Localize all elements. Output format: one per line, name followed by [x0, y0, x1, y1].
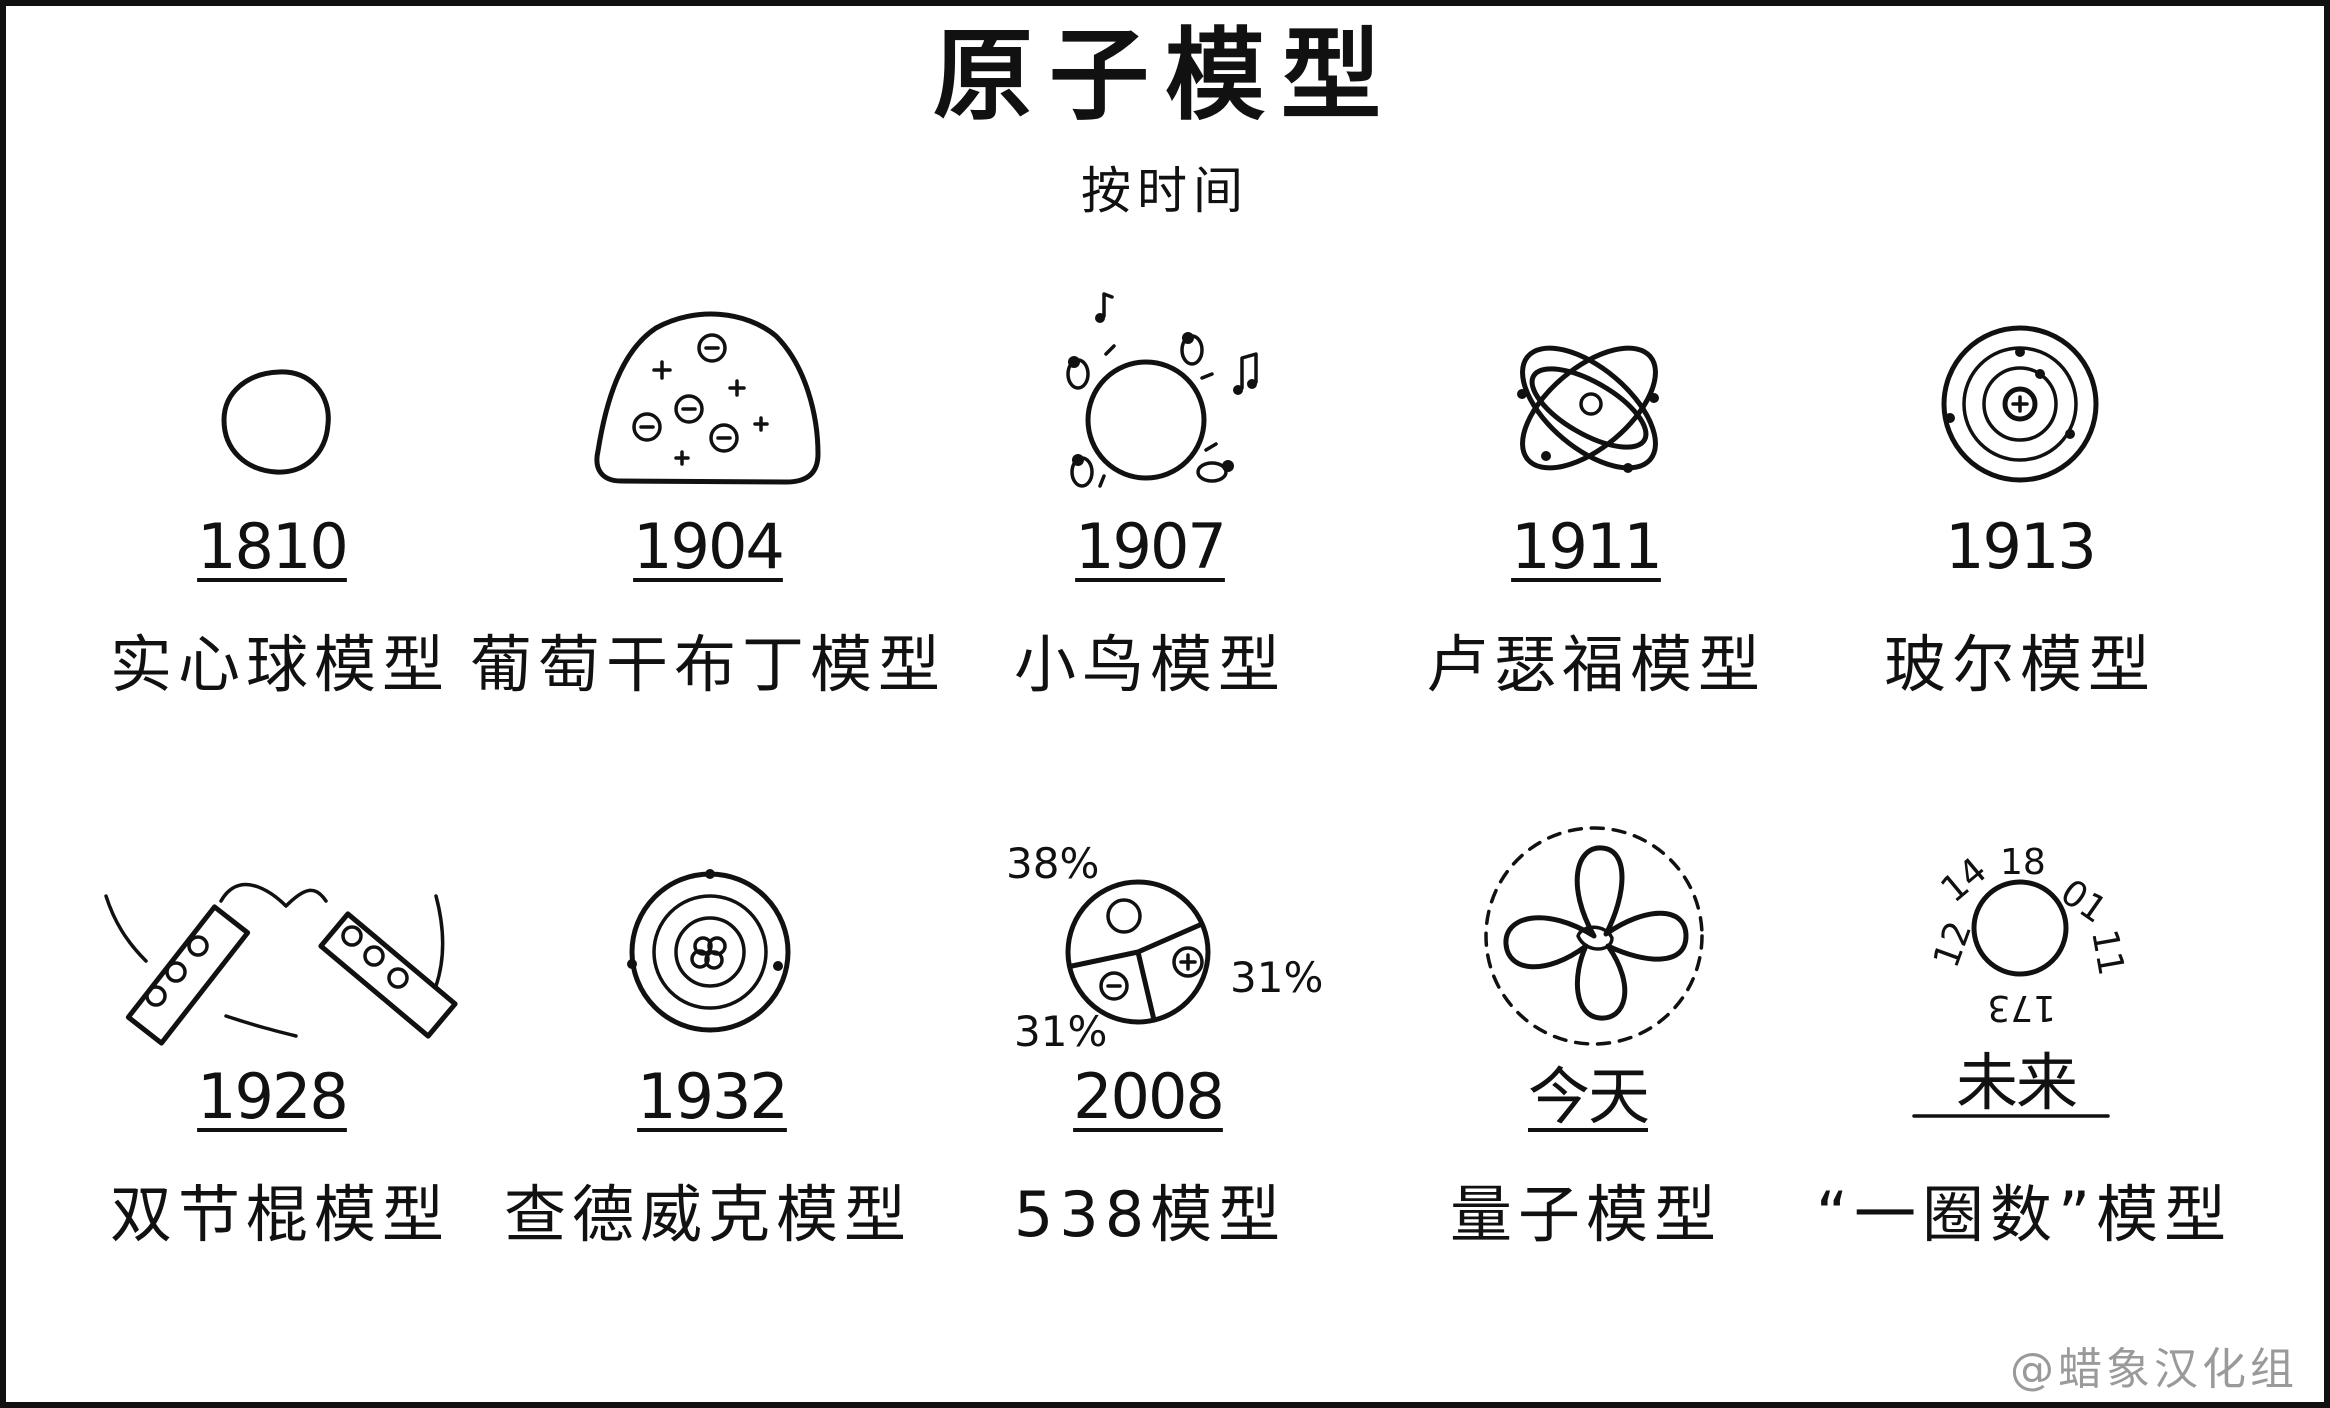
pie-label-38: 38% [1006, 839, 1099, 888]
bohr-rings-icon [1941, 325, 2099, 483]
year-1904: 1904 [633, 510, 785, 583]
pie-label-31-right: 31% [1230, 953, 1323, 1002]
label-little-bird: 小鸟模型 [1013, 628, 1286, 701]
plum-pudding-icon [594, 311, 821, 485]
clock-number-173: 173 [1987, 987, 2056, 1028]
year-today: 今天 [1527, 1060, 1650, 1133]
chadwick-nucleus-icon [627, 869, 791, 1033]
year-future: 未来 [1955, 1046, 2078, 1119]
credit-watermark: @蜡象汉化组 [2010, 1344, 2298, 1395]
year-1913: 1913 [1945, 510, 2097, 583]
label-bohr: 玻尔模型 [1883, 628, 2156, 701]
little-bird-icon [1066, 292, 1258, 488]
nunchaku-icon [104, 882, 458, 1046]
year-1911: 1911 [1511, 510, 1663, 583]
number-circle-icon: 18 01 11 173 12 14 [1926, 842, 2132, 1028]
year-1907: 1907 [1075, 510, 1227, 583]
year-1932: 1932 [637, 1060, 789, 1133]
year-2008: 2008 [1073, 1060, 1225, 1133]
pie-chart-icon: 38% 31% 31% [1006, 839, 1323, 1056]
year-1928: 1928 [197, 1060, 349, 1133]
label-number-circle: “一圈数”模型 [1815, 1178, 2233, 1251]
rutherford-orbits-icon [1517, 345, 1659, 473]
year-1810: 1810 [197, 510, 349, 583]
page-title: 原子模型 [933, 17, 1397, 134]
quantum-cloud-icon [1484, 826, 1704, 1046]
page-subtitle: 按时间 [1081, 162, 1249, 220]
clock-number-18: 18 [2000, 842, 2046, 883]
clock-number-11: 11 [2083, 926, 2131, 978]
comic-panel: 38% 31% 31% 18 01 11 173 12 14 原子模型 按时间 … [0, 0, 2330, 1408]
clock-number-14: 14 [1933, 850, 1994, 911]
pie-label-31-left: 31% [1014, 1007, 1107, 1056]
clock-number-01: 01 [2053, 872, 2114, 932]
solid-sphere-icon [221, 369, 331, 475]
